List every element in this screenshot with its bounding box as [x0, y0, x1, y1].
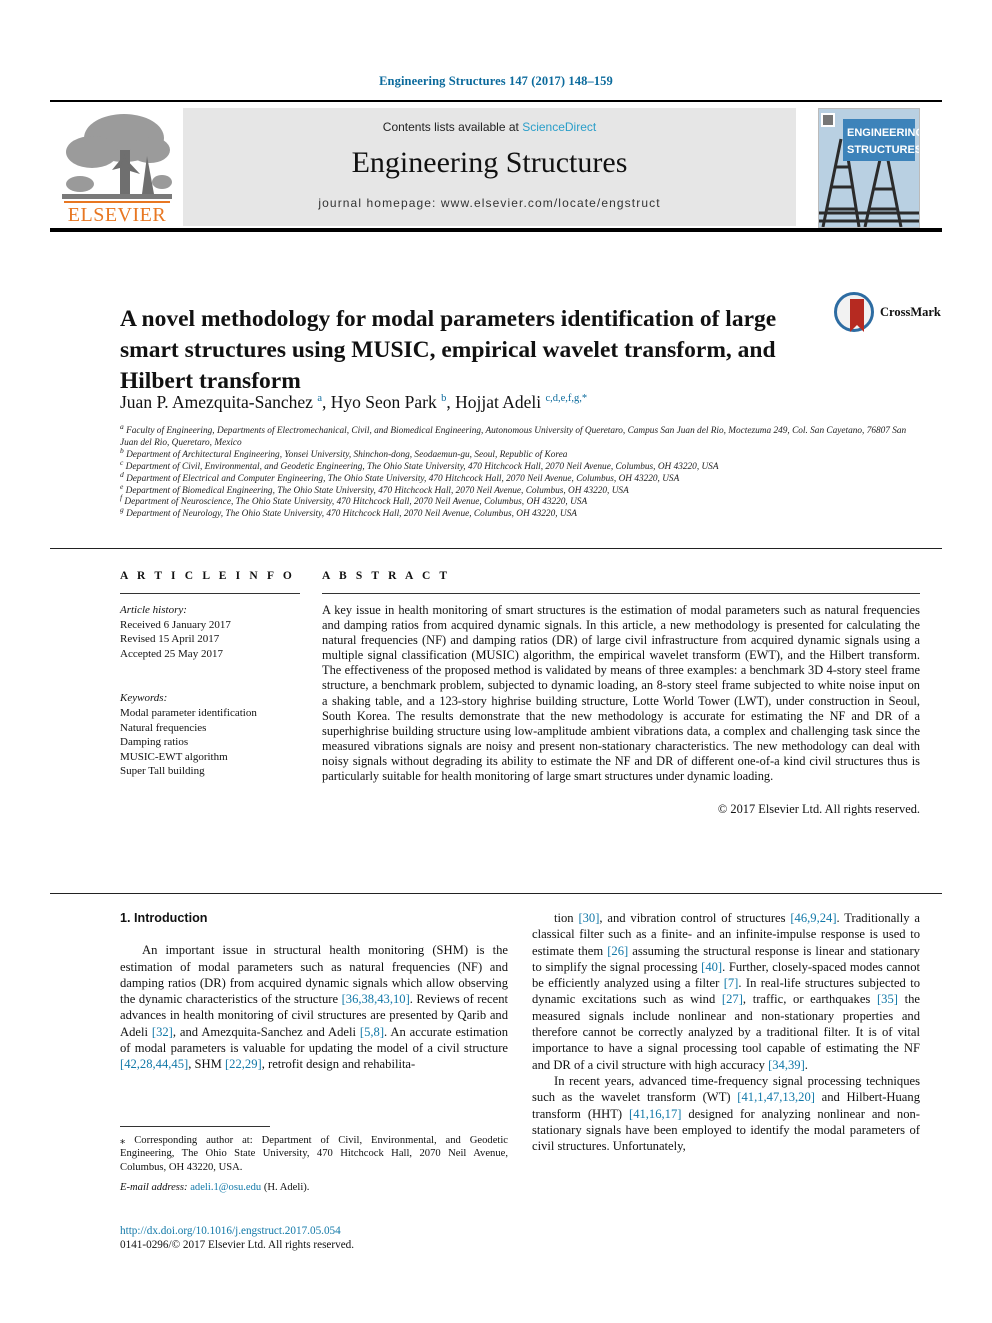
- article-info-column: A R T I C L E I N F O Article history: R…: [120, 570, 300, 779]
- email-owner: (H. Adeli).: [263, 1182, 310, 1194]
- crossmark-icon: [834, 292, 874, 332]
- citation-link[interactable]: [27]: [722, 992, 743, 1006]
- email-note: E-mail address: adeli.1@osu.edu (H. Adel…: [120, 1181, 508, 1194]
- doi-block: http://dx.doi.org/10.1016/j.engstruct.20…: [120, 1224, 520, 1253]
- journal-masthead: ELSEVIER Contents lists available at Sci…: [50, 100, 942, 232]
- citation-link[interactable]: [46,9,24]: [790, 911, 836, 925]
- journal-homepage[interactable]: journal homepage: www.elsevier.com/locat…: [183, 196, 796, 210]
- article-history-label: Article history:: [120, 604, 187, 616]
- crossmark-label: CrossMark: [880, 305, 941, 319]
- keywords-list: Modal parameter identification Natural fr…: [120, 706, 300, 779]
- paper-page: Engineering Structures 147 (2017) 148–15…: [0, 0, 992, 1323]
- elsevier-logo: ELSEVIER: [58, 108, 176, 226]
- body-paragraph: An important issue in structural health …: [120, 943, 508, 1072]
- email-label: E-mail address:: [120, 1182, 188, 1194]
- citation-link[interactable]: [40]: [701, 960, 722, 974]
- journal-cover-thumbnail: ENGINEERING STRUCTURES: [818, 108, 920, 228]
- citation-link[interactable]: [41,1,47,13,20]: [737, 1090, 815, 1104]
- crossmark-ribbon-icon: [850, 299, 864, 332]
- article-info-heading: A R T I C L E I N F O: [120, 570, 295, 582]
- citation-link[interactable]: [34,39]: [768, 1058, 805, 1072]
- affiliation-item: d Department of Electrical and Computer …: [120, 470, 920, 486]
- article-history-item: Received 6 January 2017: [120, 618, 231, 631]
- svg-text:STRUCTURES: STRUCTURES: [847, 144, 919, 156]
- affiliation-text: Department of Civil, Environmental, and …: [123, 461, 719, 472]
- sciencedirect-link[interactable]: ScienceDirect: [522, 120, 596, 134]
- elsevier-wordmark: ELSEVIER: [67, 204, 167, 226]
- footnote-rule: [120, 1126, 270, 1127]
- article-info-rule: [120, 593, 300, 594]
- affiliation-text: Department of Biomedical Engineering, Th…: [123, 485, 629, 496]
- affiliation-item: a Faculty of Engineering, Departments of…: [120, 423, 920, 450]
- body-column-right: tion [30], and vibration control of stru…: [532, 910, 920, 1154]
- citation-link[interactable]: [42,28,44,45]: [120, 1057, 188, 1071]
- body-paragraph: In recent years, advanced time-frequency…: [532, 1073, 920, 1154]
- issn-copyright-line: 0141-0296/© 2017 Elsevier Ltd. All right…: [120, 1239, 355, 1252]
- masthead-top-rule: [50, 100, 942, 102]
- citation-link[interactable]: [5,8]: [360, 1025, 384, 1039]
- keyword-item: Natural frequencies: [120, 721, 207, 734]
- keyword-item: MUSIC-EWT algorithm: [120, 750, 228, 763]
- citation-link[interactable]: [32]: [152, 1025, 173, 1039]
- corresponding-author-note: ⁎ Corresponding author at: Department of…: [120, 1134, 508, 1174]
- section-heading-introduction: 1. Introduction: [120, 911, 208, 925]
- affiliation-item: b Department of Architectural Engineerin…: [120, 446, 920, 462]
- contents-prefix: Contents lists available at: [382, 120, 523, 134]
- page-title: A novel methodology for modal parameters…: [120, 305, 777, 394]
- author-list: Juan P. Amezquita-Sanchez a, Hyo Seon Pa…: [120, 392, 588, 412]
- email-link[interactable]: adeli.1@osu.edu: [190, 1182, 261, 1193]
- abstract-rule: [322, 593, 920, 594]
- elsevier-underline: [64, 201, 170, 203]
- keywords-label: Keywords:: [120, 692, 168, 705]
- affiliation-text: Department of Neuroscience, The Ohio Sta…: [122, 497, 588, 508]
- citation-link[interactable]: [41,16,17]: [629, 1107, 681, 1121]
- citation-link[interactable]: [35]: [877, 992, 898, 1006]
- abstract-heading: A B S T R A C T: [322, 570, 451, 582]
- citation-link[interactable]: [30]: [578, 911, 599, 925]
- article-history-item: Revised 15 April 2017: [120, 633, 220, 646]
- affiliation-item: f Department of Neuroscience, The Ohio S…: [120, 494, 920, 509]
- keyword-item: Damping ratios: [120, 736, 189, 749]
- section-divider-bottom: [50, 893, 942, 894]
- body-right-paragraphs: tion [30], and vibration control of stru…: [532, 910, 920, 1154]
- citation-link[interactable]: [7]: [724, 976, 739, 990]
- citation-link[interactable]: [36,38,43,10]: [342, 992, 410, 1006]
- section-divider-top: [50, 548, 942, 549]
- doi-link[interactable]: http://dx.doi.org/10.1016/j.engstruct.20…: [120, 1224, 520, 1238]
- abstract-column: A B S T R A C T A key issue in health mo…: [322, 570, 920, 817]
- abstract-text: A key issue in health monitoring of smar…: [322, 603, 920, 784]
- affiliation-item: c Department of Civil, Environmental, an…: [120, 458, 920, 474]
- footnote-block: ⁎ Corresponding author at: Department of…: [120, 1134, 508, 1195]
- body-paragraph: tion [30], and vibration control of stru…: [532, 911, 920, 1072]
- running-head: Engineering Structures 147 (2017) 148–15…: [379, 74, 613, 88]
- affiliation-text: Department of Architectural Engineering,…: [123, 449, 568, 460]
- body-left-paragraphs: An important issue in structural health …: [120, 942, 508, 1072]
- affiliation-text: Department of Electrical and Computer En…: [123, 473, 680, 484]
- body-column-left: 1. Introduction An important issue in st…: [120, 910, 508, 1073]
- affiliation-item: g Department of Neurology, The Ohio Stat…: [120, 506, 920, 521]
- affiliation-list: a Faculty of Engineering, Departments of…: [120, 423, 920, 521]
- article-history-list: Received 6 January 2017 Revised 15 April …: [120, 618, 300, 662]
- contents-available-line: Contents lists available at ScienceDirec…: [183, 120, 796, 134]
- crossmark-badge[interactable]: CrossMark: [834, 292, 942, 334]
- keywords-block: Keywords: Modal parameter identification…: [120, 691, 300, 779]
- keyword-item: Modal parameter identification: [120, 706, 257, 719]
- svg-text:ENGINEERING: ENGINEERING: [847, 127, 919, 139]
- affiliation-text: Faculty of Engineering, Departments of E…: [120, 426, 907, 448]
- citation-link[interactable]: [22,29]: [225, 1057, 262, 1071]
- corresponding-author-text: Corresponding author at: Department of C…: [120, 1135, 508, 1173]
- footnote-star: ⁎: [120, 1135, 126, 1146]
- journal-title: Engineering Structures: [351, 146, 628, 179]
- abstract-copyright: © 2017 Elsevier Ltd. All rights reserved…: [717, 802, 920, 817]
- article-history-item: Accepted 25 May 2017: [120, 647, 223, 660]
- keyword-item: Super Tall building: [120, 765, 205, 778]
- affiliation-text: Department of Neurology, The Ohio State …: [123, 509, 577, 520]
- masthead-bottom-rule: [50, 228, 942, 232]
- citation-link[interactable]: [26]: [607, 944, 628, 958]
- elsevier-tree-icon: [62, 108, 172, 203]
- masthead-panel: Contents lists available at ScienceDirec…: [183, 108, 796, 226]
- affiliation-item: e Department of Biomedical Engineering, …: [120, 482, 920, 498]
